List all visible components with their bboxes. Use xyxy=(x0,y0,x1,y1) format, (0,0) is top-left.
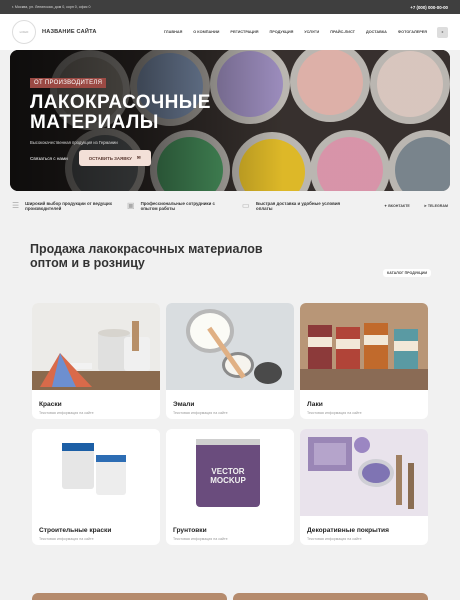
nav-item-home[interactable]: ГЛАВНАЯ xyxy=(164,30,182,34)
product-image xyxy=(32,303,160,390)
hero-actions: Связаться с нами ОСТАВИТЬ ЗАЯВКУ ✉ xyxy=(30,150,151,166)
product-card-paints[interactable]: Краски Текстовая информация на сайте xyxy=(32,303,160,419)
request-button[interactable]: ОСТАВИТЬ ЗАЯВКУ ✉ xyxy=(78,150,151,166)
site-name[interactable]: НАЗВАНИЕ САЙТА xyxy=(42,29,97,35)
next-section-preview xyxy=(32,593,428,600)
section-title: Продажа лакокрасочных материалов оптом и… xyxy=(30,241,263,270)
product-image xyxy=(300,303,428,390)
features-row: ☰ Широкий выбор продукции от ведущих про… xyxy=(0,191,460,212)
social-links: ✦ ВКОНТАКТЕ ➤ TELEGRAM xyxy=(384,204,448,208)
nav-item-pricelist[interactable]: ПРАЙС-ЛИСТ xyxy=(330,30,355,34)
product-image xyxy=(32,429,160,516)
brand: НАЗВАНИЕ САЙТА xyxy=(42,29,97,35)
site-header: LOGO НАЗВАНИЕ САЙТА ГЛАВНАЯ О КОМПАНИИ Р… xyxy=(0,14,460,50)
product-card-building-paints[interactable]: Строительные краски Текстовая информация… xyxy=(32,429,160,545)
product-card-primers[interactable]: VECTOR MOCKUP Грунтовки Текстовая информ… xyxy=(166,429,294,545)
nav-item-registration[interactable]: РЕГИСТРАЦИЯ xyxy=(230,30,258,34)
hero-subtitle: Высококачественная продукция из Германии xyxy=(30,140,118,145)
phone-link[interactable]: +7 (000) 000-00-00 xyxy=(410,5,448,10)
telegram-link[interactable]: ➤ TELEGRAM xyxy=(424,204,448,208)
product-image xyxy=(300,429,428,516)
staff-icon: ▣ xyxy=(127,201,135,210)
contact-link[interactable]: Связаться с нами xyxy=(30,156,68,161)
product-image: VECTOR MOCKUP xyxy=(166,429,294,516)
product-card-varnishes[interactable]: Лаки Текстовая информация на сайте xyxy=(300,303,428,419)
nav-item-delivery[interactable]: ДОСТАВКА xyxy=(366,30,387,34)
assortment-icon: ☰ xyxy=(12,201,20,210)
feature-item: ▭ Быстрая доставка и удобные условия опл… xyxy=(242,201,341,212)
nav-item-about[interactable]: О КОМПАНИИ xyxy=(193,30,219,34)
delivery-icon: ▭ xyxy=(242,201,250,210)
mail-icon: ✉ xyxy=(136,155,141,160)
site-logo[interactable]: LOGO xyxy=(12,20,36,44)
hero-title: ЛАКОКРАСОЧНЫЕ МАТЕРИАЛЫ xyxy=(30,92,211,133)
product-grid: Краски Текстовая информация на сайте Эма… xyxy=(32,303,428,545)
vk-link[interactable]: ✦ ВКОНТАКТЕ xyxy=(384,204,410,208)
nav-item-products[interactable]: ПРОДУКЦИЯ xyxy=(270,30,294,34)
catalog-button[interactable]: КАТАЛОГ ПРОДУКЦИИ xyxy=(383,269,432,277)
svg-text:MOCKUP: MOCKUP xyxy=(210,476,246,485)
menu-icon[interactable]: ≡ xyxy=(437,26,448,38)
hero-label: ОТ ПРОИЗВОДИТЕЛЯ xyxy=(30,78,107,88)
feature-item: ▣ Профессиональные сотрудники с опытом р… xyxy=(127,201,215,212)
hero-text: ОТ ПРОИЗВОДИТЕЛЯ ЛАКОКРАСОЧНЫЕ МАТЕРИАЛЫ… xyxy=(30,71,211,145)
top-bar: г. Москва, ул. Ленинская, дом 0, корп 0,… xyxy=(0,0,460,14)
address-text: г. Москва, ул. Ленинская, дом 0, корп 0,… xyxy=(12,5,91,9)
nav-item-gallery[interactable]: ФОТОГАЛЕРЕЯ xyxy=(398,30,427,34)
main-nav: ГЛАВНАЯ О КОМПАНИИ РЕГИСТРАЦИЯ ПРОДУКЦИЯ… xyxy=(164,30,427,34)
preview-tile xyxy=(32,593,227,600)
product-card-enamels[interactable]: Эмали Текстовая информация на сайте xyxy=(166,303,294,419)
preview-tile xyxy=(233,593,428,600)
hero-banner: ОТ ПРОИЗВОДИТЕЛЯ ЛАКОКРАСОЧНЫЕ МАТЕРИАЛЫ… xyxy=(10,50,450,191)
svg-text:VECTOR: VECTOR xyxy=(211,467,244,476)
nav-item-services[interactable]: УСЛУГИ xyxy=(304,30,319,34)
product-image xyxy=(166,303,294,390)
product-card-decorative[interactable]: Декоративные покрытия Текстовая информац… xyxy=(300,429,428,545)
feature-item: ☰ Широкий выбор продукции от ведущих про… xyxy=(12,201,113,212)
